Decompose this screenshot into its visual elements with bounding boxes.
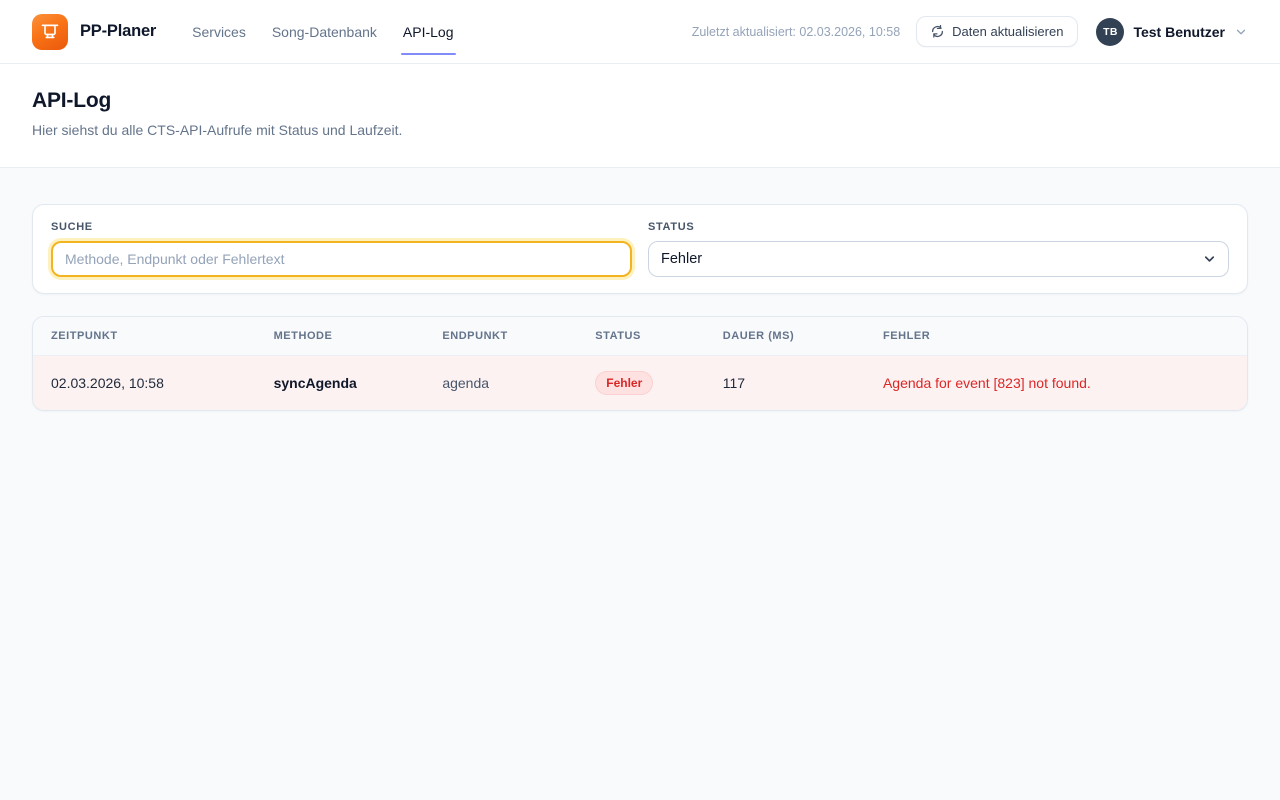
search-input[interactable] [51, 241, 632, 277]
page-title: API-Log [32, 89, 1248, 113]
nav-item-api-log[interactable]: API-Log [403, 18, 454, 46]
navbar-right: Zuletzt aktualisiert: 02.03.2026, 10:58 … [692, 16, 1248, 47]
main-content: Suche Status Fehler Zeitpunkt [0, 168, 1280, 447]
status-badge: Fehler [595, 371, 653, 395]
nav-item-song-datenbank[interactable]: Song-Datenbank [272, 18, 377, 46]
column-header-status: Status [579, 317, 706, 356]
status-field-group: Status Fehler [648, 221, 1229, 277]
page-header: API-Log Hier siehst du alle CTS-API-Aufr… [0, 64, 1280, 168]
status-label: Status [648, 221, 1229, 233]
status-select-wrap: Fehler [648, 241, 1229, 277]
api-log-table: Zeitpunkt Methode Endpunkt Status Dauer … [33, 317, 1247, 410]
cell-methode: syncAgenda [258, 356, 427, 411]
column-header-dauer: Dauer (ms) [707, 317, 867, 356]
chevron-down-icon [1234, 25, 1248, 39]
table-header-row: Zeitpunkt Methode Endpunkt Status Dauer … [33, 317, 1247, 356]
page-subtitle: Hier siehst du alle CTS-API-Aufrufe mit … [32, 122, 1248, 138]
cell-fehler: Agenda for event [823] not found. [867, 356, 1247, 411]
top-navbar: PP-Planer Services Song-Datenbank API-Lo… [0, 0, 1280, 64]
cell-zeitpunkt: 02.03.2026, 10:58 [33, 356, 258, 411]
user-menu[interactable]: TB Test Benutzer [1096, 18, 1248, 46]
table-row[interactable]: 02.03.2026, 10:58 syncAgenda agenda Fehl… [33, 356, 1247, 411]
search-field-group: Suche [51, 221, 632, 277]
presentation-board-icon [40, 22, 60, 42]
last-updated-text: Zuletzt aktualisiert: 02.03.2026, 10:58 [692, 25, 900, 39]
column-header-zeitpunkt: Zeitpunkt [33, 317, 258, 356]
api-log-table-card: Zeitpunkt Methode Endpunkt Status Dauer … [32, 316, 1248, 411]
user-avatar: TB [1096, 18, 1124, 46]
user-name: Test Benutzer [1133, 24, 1225, 40]
cell-status: Fehler [579, 356, 706, 411]
refresh-data-button[interactable]: Daten aktualisieren [916, 16, 1078, 47]
cell-dauer: 117 [707, 356, 867, 411]
main-nav: Services Song-Datenbank API-Log [192, 18, 453, 46]
status-select[interactable]: Fehler [648, 241, 1229, 277]
nav-item-services[interactable]: Services [192, 18, 246, 46]
column-header-endpunkt: Endpunkt [426, 317, 579, 356]
cell-endpunkt: agenda [426, 356, 579, 411]
app-logo [32, 14, 68, 50]
brand-name: PP-Planer [80, 22, 156, 41]
search-label: Suche [51, 221, 632, 233]
column-header-methode: Methode [258, 317, 427, 356]
column-header-fehler: Fehler [867, 317, 1247, 356]
refresh-icon [931, 25, 944, 38]
filter-card: Suche Status Fehler [32, 204, 1248, 294]
refresh-button-label: Daten aktualisieren [952, 24, 1063, 39]
